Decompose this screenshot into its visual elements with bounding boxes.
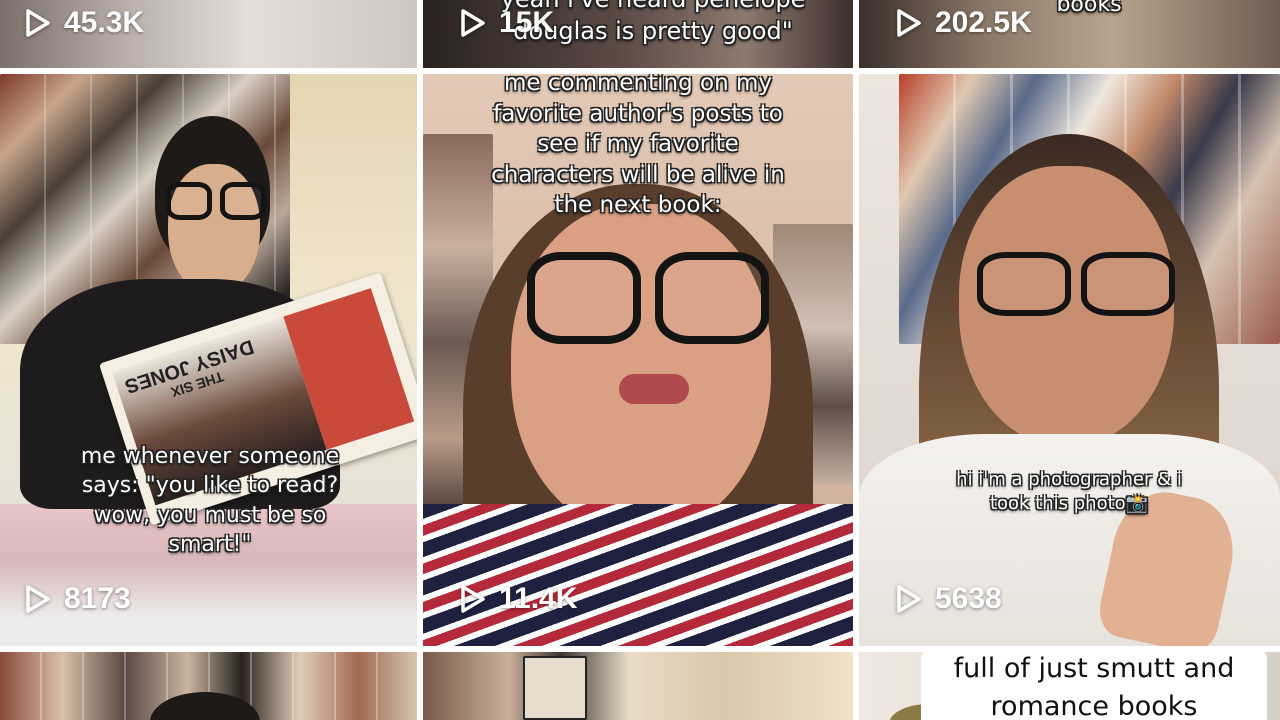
video-tile-3[interactable]: books 202.5K: [859, 0, 1280, 68]
play-icon: [461, 585, 485, 613]
video-tile-8[interactable]: [423, 652, 853, 720]
caption-line: the next book:: [554, 192, 722, 219]
caption-line: favorite author's posts to: [493, 100, 783, 127]
view-count: 11.4K: [459, 582, 577, 616]
view-count-label: 45.3K: [64, 6, 145, 39]
caption-line: took this photo📸: [989, 492, 1149, 514]
view-count: 202.5K: [895, 6, 1032, 40]
view-count-label: 15K: [499, 6, 555, 39]
caption-line: full of just smutt and: [953, 653, 1235, 684]
view-count-label: 8173: [64, 582, 131, 615]
caption-line: says: "you like to read?: [81, 473, 339, 499]
view-count: 45.3K: [24, 6, 144, 40]
caption-line: me commenting on my: [504, 74, 772, 96]
video-tile-1[interactable]: 45.3K: [0, 0, 417, 68]
caption-line: romance books: [990, 691, 1198, 720]
video-tile-7[interactable]: [0, 652, 417, 720]
caption-line: me whenever someone: [80, 444, 340, 469]
video-tile-5[interactable]: me commenting on my favorite author's po…: [423, 74, 853, 646]
video-tile-2[interactable]: yeah i've heard penelope douglas is pret…: [423, 0, 853, 68]
caption-line: see if my favorite: [537, 131, 739, 158]
caption-line: books: [1056, 0, 1122, 17]
play-icon: [26, 9, 50, 37]
view-count-label: 11.4K: [499, 582, 578, 615]
play-icon: [461, 9, 485, 37]
view-count: 8173: [24, 582, 131, 616]
caption-line: wow, you must be so: [93, 502, 327, 528]
view-count-label: 5638: [935, 582, 1002, 615]
video-tile-4[interactable]: DAISY JONES THE SIX me whenever someone …: [0, 74, 417, 646]
caption-line: characters will be alive in: [491, 161, 785, 188]
caption-line: smart!": [168, 531, 252, 557]
play-icon: [26, 585, 50, 613]
play-icon: [897, 585, 921, 613]
view-count: 15K: [459, 6, 554, 40]
view-count: 5638: [895, 582, 1002, 616]
play-icon: [897, 9, 921, 37]
view-count-label: 202.5K: [935, 6, 1032, 39]
video-tile-9[interactable]: full of just smutt and romance books: [859, 652, 1280, 720]
video-tile-6[interactable]: hi i'm a photographer & i took this phot…: [859, 74, 1280, 646]
video-grid: 45.3K yeah i've heard penelope douglas i…: [0, 0, 1280, 720]
caption-line: hi i'm a photographer & i: [956, 469, 1182, 490]
